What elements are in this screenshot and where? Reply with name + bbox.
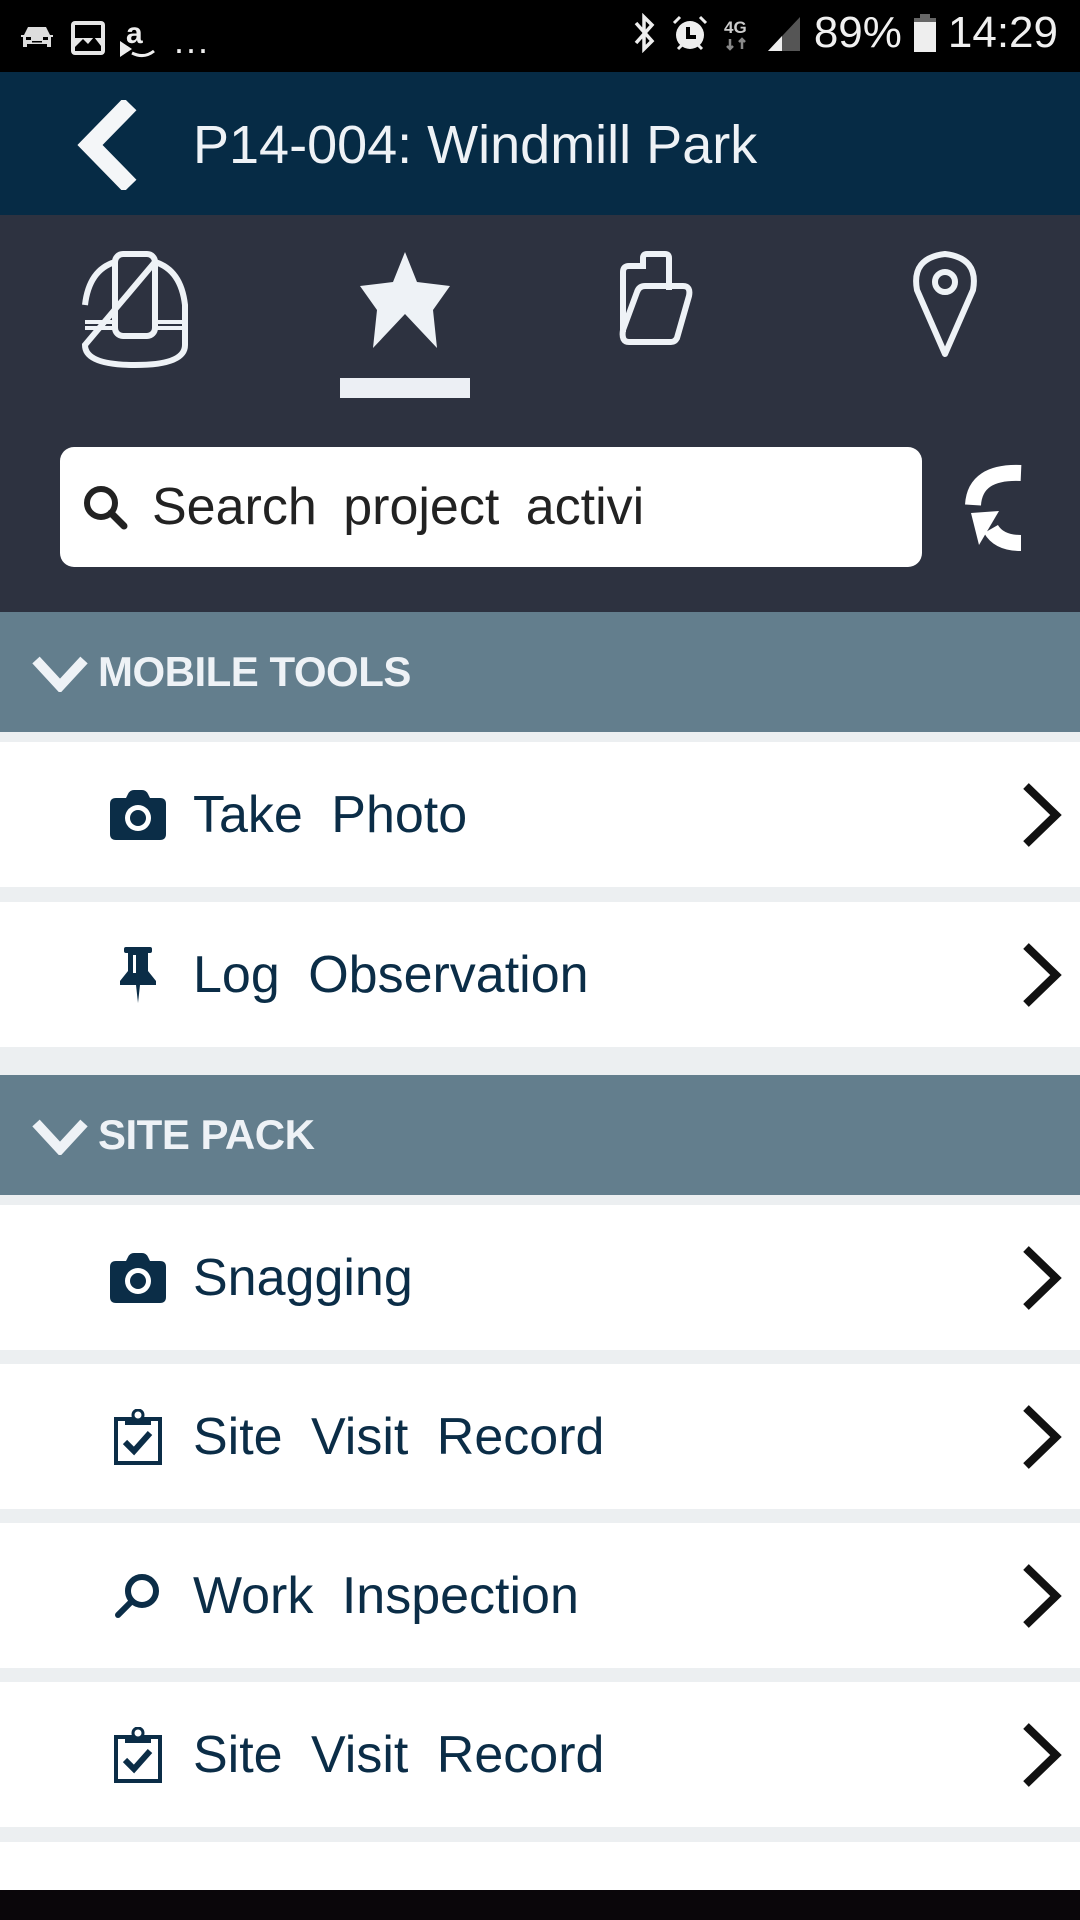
search-icon [108,1566,168,1626]
status-bar: a ... 4G 89% 14:29 [0,0,1080,72]
clipboard-check-icon [108,1725,168,1785]
tab-bar [0,215,1080,612]
section-title: SITE PACK [98,1111,315,1158]
chevron-right-icon [1023,1404,1062,1469]
tab-favourites[interactable] [330,250,480,385]
search-input[interactable] [152,477,912,537]
svg-text:4G: 4G [724,18,747,37]
tab-documents[interactable] [600,250,750,385]
list-item-take-photo[interactable]: Take Photo [0,742,1080,887]
refresh-icon [965,464,1022,551]
chevron-right-icon [1023,942,1062,1007]
battery-level: 89% [813,8,902,57]
signal-icon [766,13,802,53]
car-icon [18,23,56,53]
list-item-site-visit-record[interactable]: Site Visit Record [0,1682,1080,1827]
list-item-label: Work Inspection [193,1566,579,1625]
svg-text:a: a [126,17,143,50]
network-4g-icon: 4G [722,13,754,53]
search-icon [84,486,128,530]
battery-icon [913,14,936,52]
list-item-label: Site Visit Record [193,1725,605,1784]
bluetooth-icon [632,13,658,53]
hard-hat-icon [81,251,188,369]
list-item-log-observation[interactable]: Log Observation [0,902,1080,1047]
active-tab-indicator [340,378,470,398]
chevron-right-icon [1023,1722,1062,1787]
amazon-icon: a [120,15,160,61]
tab-site[interactable] [60,250,210,385]
list-item-work-inspection[interactable]: Work Inspection [0,1523,1080,1668]
gallery-icon [70,20,106,56]
pushpin-icon [108,945,168,1005]
map-pin-icon [913,251,977,357]
chevron-down-icon [32,656,88,692]
list-item-label: Snagging [193,1248,413,1307]
back-button[interactable] [70,97,150,193]
list-item-snagging[interactable]: Snagging [0,1205,1080,1350]
list-item-label: Log Observation [193,945,589,1004]
chevron-left-icon [77,97,137,193]
section-header-mobile-tools[interactable]: MOBILE TOOLS [0,612,1080,732]
section-header-site-pack[interactable]: SITE PACK [0,1075,1080,1195]
section-title: MOBILE TOOLS [98,648,411,695]
notification-overflow: ... [174,20,211,61]
alarm-icon [670,13,710,53]
list-item-label: Site Visit Record [193,1407,605,1466]
chevron-right-icon [1023,1563,1062,1628]
list-item-label: Take Photo [193,785,468,844]
chevron-right-icon [1023,1245,1062,1310]
clipboard-check-icon [108,1407,168,1467]
page-title: P14-004: Windmill Park [193,115,758,175]
search-box [60,447,922,567]
chevron-right-icon [1023,782,1062,847]
clock: 14:29 [947,8,1058,57]
camera-icon [108,785,168,845]
tab-location[interactable] [870,250,1020,385]
star-icon [360,252,450,348]
camera-icon [108,1248,168,1308]
app-bar: P14-004: Windmill Park [0,72,1080,215]
folder-open-icon [619,251,693,345]
list-item-site-visit-record[interactable]: Site Visit Record [0,1364,1080,1509]
chevron-down-icon [32,1119,88,1155]
system-navigation-bar [0,1890,1080,1920]
refresh-button[interactable] [965,463,1025,553]
